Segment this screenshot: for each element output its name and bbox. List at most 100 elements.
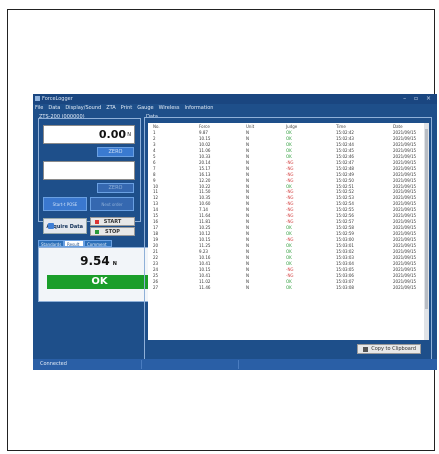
table-cell: 2021/09/15 — [393, 237, 417, 243]
table-cell: N — [246, 165, 249, 171]
force-unit-1: N — [127, 132, 131, 138]
table-cell: 15:02:49 — [336, 171, 354, 177]
table-cell: 15:02:42 — [336, 129, 354, 135]
window-controls[interactable]: – ▫ × — [403, 94, 434, 104]
table-cell: -NG — [286, 272, 294, 278]
data-group: No. Force Unit Judge Time Date 1 9.87 N OK 15:02:4… — [144, 117, 432, 360]
menu-display-sound[interactable]: Display/Sound — [65, 105, 101, 111]
table-cell: 15:03:01 — [336, 243, 354, 248]
zero-button-1[interactable]: ZERO — [97, 147, 134, 157]
stop-button[interactable]: STOP — [90, 227, 135, 236]
table-cell: 18 — [153, 231, 159, 237]
table-cell: 16 — [153, 219, 159, 225]
table-cell: 15:02:52 — [336, 189, 354, 195]
table-cell: 25 — [153, 272, 159, 278]
table-cell: 10.15 — [199, 266, 211, 272]
table-cell: 5 — [153, 153, 156, 159]
status-bar: Connected — [33, 359, 437, 370]
table-cell: 11 — [153, 189, 159, 195]
table-cell: 10.41 — [199, 260, 211, 266]
tab-result[interactable]: Result — [64, 240, 84, 247]
menu-bar: File Data Display/Sound ZTA Print Gauge Wirele… — [33, 104, 437, 113]
copy-to-clipboard-button[interactable]: Copy to Clipboard — [357, 344, 421, 354]
menu-zta[interactable]: ZTA — [106, 105, 116, 111]
table-cell: 11.64 — [199, 213, 211, 219]
table-cell: 15:02:48 — [336, 165, 354, 171]
tab-standards[interactable]: Standards — [38, 240, 64, 247]
table-cell: 10.22 — [199, 183, 211, 189]
table-cell: 15:03:02 — [336, 248, 354, 254]
menu-wireless[interactable]: Wireless — [159, 105, 180, 111]
table-cell: 2021/09/15 — [393, 254, 417, 260]
table-cell: 15:02:47 — [336, 159, 354, 165]
table-cell: -NG — [286, 207, 294, 213]
start-button[interactable]: START — [90, 217, 135, 226]
table-cell: N — [246, 207, 249, 213]
table-cell: N — [246, 225, 249, 231]
table-cell: OK — [286, 254, 292, 260]
start-pose-button[interactable]: Start-t POSE — [43, 197, 87, 211]
next-order-button[interactable]: Next order — [90, 197, 134, 211]
table-cell: 13 — [153, 201, 159, 207]
table-cell: 2021/09/15 — [393, 248, 417, 254]
table-cell: 15:02:55 — [336, 207, 354, 213]
table-cell: OK — [286, 284, 292, 290]
table-cell: -NG — [286, 177, 294, 183]
table-cell: 11.02 — [199, 278, 211, 284]
tab-comment[interactable]: Comment — [84, 240, 112, 247]
table-cell: 15:02:51 — [336, 183, 354, 189]
table-cell: 12.20 — [199, 177, 211, 183]
table-cell: 15:02:50 — [336, 177, 354, 183]
table-cell: 2021/09/15 — [393, 284, 417, 290]
table-cell: 3 — [153, 141, 156, 147]
table-cell: 2021/09/15 — [393, 225, 417, 231]
table-cell: 15:03:04 — [336, 260, 354, 266]
acquire-icon — [48, 223, 54, 229]
table-cell: N — [246, 213, 249, 219]
table-cell: N — [246, 189, 249, 195]
table-cell: 2021/09/15 — [393, 243, 417, 248]
table-cell: N — [246, 183, 249, 189]
table-cell: 2021/09/15 — [393, 207, 417, 213]
table-cell: 9 — [153, 177, 156, 183]
table-cell: 7.14 — [199, 207, 208, 213]
menu-print[interactable]: Print — [121, 105, 133, 111]
table-cell: 2021/09/15 — [393, 177, 417, 183]
table-cell: 10.60 — [199, 201, 211, 207]
table-cell: 15:02:59 — [336, 231, 354, 237]
start-label: START — [103, 219, 122, 225]
table-cell: N — [246, 195, 249, 201]
table-cell: N — [246, 201, 249, 207]
table-cell: -NG — [286, 165, 294, 171]
table-cell: 2021/09/15 — [393, 266, 417, 272]
table-cell: 2021/09/15 — [393, 135, 417, 141]
table-row[interactable]: 27 11.46 N OK 15:03:08 2021/09/15 — [148, 285, 424, 291]
data-table[interactable]: No. Force Unit Judge Time Date 1 9.87 N OK 15:02:4… — [148, 123, 424, 340]
menu-file[interactable]: File — [35, 105, 43, 111]
table-cell: 15:02:54 — [336, 201, 354, 207]
scrollbar-thumb[interactable] — [425, 129, 428, 309]
table-cell: OK — [286, 129, 292, 135]
table-cell: 10.15 — [199, 237, 211, 243]
table-cell: OK — [286, 135, 292, 141]
table-scrollbar[interactable] — [424, 123, 429, 340]
result-value-display: 9.54 N — [39, 254, 158, 268]
table-cell: -NG — [286, 237, 294, 243]
table-cell: 15 — [153, 213, 159, 219]
table-cell: N — [246, 284, 249, 290]
acquire-data-button[interactable]: Acquire Data — [43, 218, 87, 234]
connection-status: Connected — [40, 361, 67, 367]
table-cell: N — [246, 237, 249, 243]
table-cell: 2021/09/15 — [393, 183, 417, 189]
menu-data[interactable]: Data — [48, 105, 60, 111]
table-cell: N — [246, 254, 249, 260]
table-cell: 2021/09/15 — [393, 219, 417, 225]
table-cell: 2021/09/15 — [393, 272, 417, 278]
zero-button-2[interactable]: ZERO — [97, 183, 134, 193]
table-cell: 2021/09/15 — [393, 278, 417, 284]
table-cell: 10.25 — [199, 225, 211, 231]
table-cell: 2021/09/15 — [393, 201, 417, 207]
table-cell: 9.87 — [199, 129, 208, 135]
menu-information[interactable]: Information — [185, 105, 214, 111]
menu-gauge[interactable]: Gauge — [137, 105, 153, 111]
